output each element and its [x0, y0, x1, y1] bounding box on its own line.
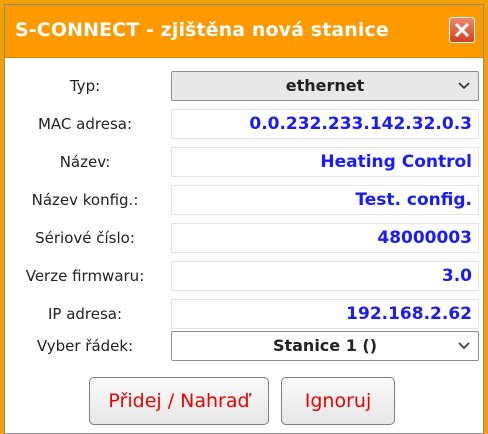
chevron-down-icon — [458, 342, 470, 350]
new-station-dialog: S-CONNECT - zjištěna nová stanice Typ: e… — [4, 4, 484, 434]
mac-label: MAC adresa: — [37, 115, 133, 133]
nazev-konfig-label: Název konfig.: — [31, 191, 139, 209]
row-seriove-cislo: Sériové číslo: 48000003 — [5, 223, 485, 253]
nazev-label: Název: — [59, 153, 111, 171]
seriove-cislo-label: Sériové číslo: — [35, 229, 135, 247]
dialog-title: S-CONNECT - zjištěna nová stanice — [15, 19, 389, 41]
close-icon — [455, 23, 469, 37]
typ-select-value: ethernet — [285, 76, 365, 95]
dialog-titlebar: S-CONNECT - zjištěna nová stanice — [5, 5, 483, 58]
vyber-radek-select[interactable]: Stanice 1 () — [171, 331, 479, 361]
vyber-radek-label: Vyber řádek: — [36, 337, 134, 355]
verze-firmwaru-label: Verze firmwaru: — [25, 267, 145, 285]
add-replace-button[interactable]: Přidej / Nahraď — [89, 377, 269, 425]
row-verze-firmwaru: Verze firmwaru: 3.0 — [5, 261, 485, 291]
ip-adresa-value: 192.168.2.62 — [171, 299, 479, 329]
nazev-value: Heating Control — [171, 147, 479, 177]
row-ip-adresa: IP adresa: 192.168.2.62 — [5, 299, 485, 329]
mac-value: 0.0.232.233.142.32.0.3 — [171, 109, 479, 139]
typ-label: Typ: — [69, 77, 101, 95]
close-button[interactable] — [449, 17, 475, 43]
ip-adresa-label: IP adresa: — [47, 305, 123, 323]
row-typ: Typ: ethernet — [5, 71, 485, 101]
typ-select[interactable]: ethernet — [171, 71, 479, 101]
verze-firmwaru-value: 3.0 — [171, 261, 479, 291]
row-nazev: Název: Heating Control — [5, 147, 485, 177]
ignore-button[interactable]: Ignoruj — [281, 377, 395, 425]
vyber-radek-select-value: Stanice 1 () — [272, 336, 378, 355]
row-mac: MAC adresa: 0.0.232.233.142.32.0.3 — [5, 109, 485, 139]
chevron-down-icon — [458, 82, 470, 90]
row-vyber-radek: Vyber řádek: Stanice 1 () — [5, 331, 485, 361]
seriove-cislo-value: 48000003 — [171, 223, 479, 253]
nazev-konfig-value: Test. config. — [171, 185, 479, 215]
row-nazev-konfig: Název konfig.: Test. config. — [5, 185, 485, 215]
